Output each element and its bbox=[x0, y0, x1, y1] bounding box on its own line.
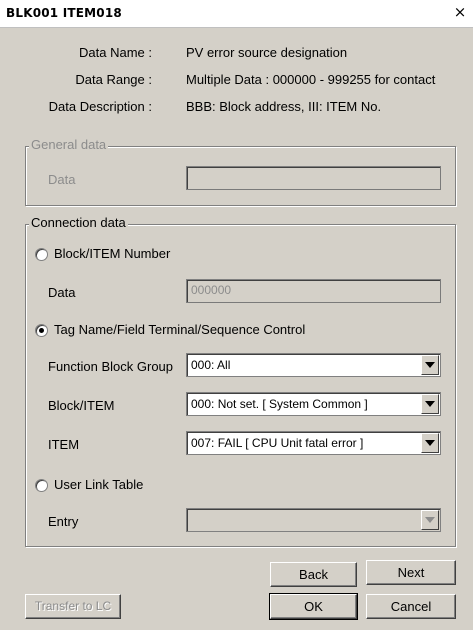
general-data-field bbox=[186, 166, 441, 190]
item-select-label: ITEM bbox=[48, 437, 80, 452]
block-item-select-value: 000: Not set. [ System Common ] bbox=[191, 397, 368, 411]
entry-label: Entry bbox=[48, 514, 79, 529]
cancel-button[interactable]: Cancel bbox=[366, 594, 456, 619]
block-item-number-label[interactable]: Block/ITEM Number bbox=[54, 246, 170, 261]
chevron-down-icon[interactable] bbox=[421, 433, 439, 453]
function-block-group-label: Function Block Group bbox=[48, 359, 174, 374]
block-item-select[interactable]: 000: Not set. [ System Common ] bbox=[186, 392, 441, 416]
data-range-label: Data Range : bbox=[75, 72, 152, 87]
close-icon[interactable]: × bbox=[451, 3, 469, 21]
transfer-to-lc-button: Transfer to LC bbox=[25, 594, 121, 619]
entry-select bbox=[186, 508, 441, 532]
connection-data-legend: Connection data bbox=[29, 215, 128, 231]
connection-data-group bbox=[25, 224, 456, 547]
item-select-value: 007: FAIL [ CPU Unit fatal error ] bbox=[191, 436, 364, 450]
general-data-legend: General data bbox=[29, 137, 109, 153]
data-description-label: Data Description : bbox=[48, 99, 152, 114]
data-range-value: Multiple Data : 000000 - 999255 for cont… bbox=[186, 72, 436, 87]
data-description-value: BBB: Block address, III: ITEM No. bbox=[186, 99, 382, 114]
data-name-value: PV error source designation bbox=[186, 45, 348, 60]
block-item-data-label: Data bbox=[48, 285, 76, 300]
block-item-select-label: Block/ITEM bbox=[48, 398, 115, 413]
chevron-down-icon[interactable] bbox=[421, 394, 439, 414]
chevron-down-icon bbox=[421, 510, 439, 530]
general-data-label: Data bbox=[48, 172, 76, 187]
user-link-table-label[interactable]: User Link Table bbox=[54, 477, 143, 492]
tag-name-radio[interactable] bbox=[35, 324, 48, 337]
window-title: BLK001 ITEM018 bbox=[6, 6, 122, 20]
data-name-label: Data Name : bbox=[79, 45, 152, 60]
item-select[interactable]: 007: FAIL [ CPU Unit fatal error ] bbox=[186, 431, 441, 455]
ok-button[interactable]: OK bbox=[269, 593, 358, 620]
next-button[interactable]: Next bbox=[366, 560, 456, 585]
title-bar: BLK001 ITEM018 × bbox=[0, 0, 473, 28]
block-item-data-field: 000000 bbox=[186, 279, 441, 303]
tag-name-label[interactable]: Tag Name/Field Terminal/Sequence Control bbox=[54, 322, 305, 337]
function-block-group-select[interactable]: 000: All bbox=[186, 353, 441, 377]
block-item-number-radio[interactable] bbox=[35, 248, 48, 261]
back-button[interactable]: Back bbox=[270, 562, 357, 587]
function-block-group-value: 000: All bbox=[191, 358, 231, 372]
chevron-down-icon[interactable] bbox=[421, 355, 439, 375]
user-link-table-radio[interactable] bbox=[35, 479, 48, 492]
